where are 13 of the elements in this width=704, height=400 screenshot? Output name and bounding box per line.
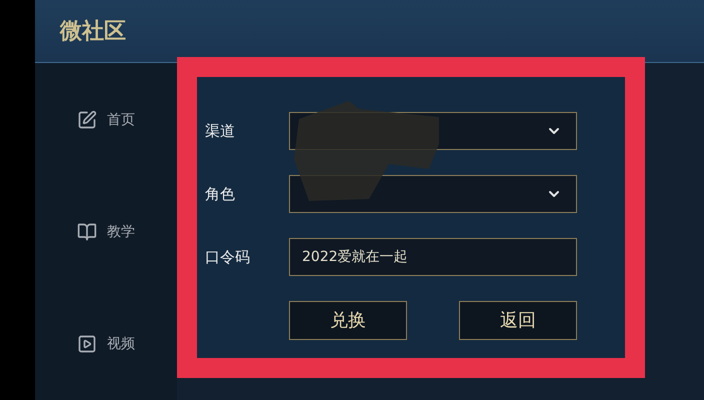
sidebar-item[interactable]: 首页 [77, 110, 177, 130]
action-button[interactable]: 兑换 [289, 301, 407, 340]
input-field[interactable]: 2022爱就在一起 [289, 238, 577, 276]
field-label: 渠道 [205, 120, 236, 142]
app-title: 微社区 [60, 18, 126, 46]
play-icon [77, 334, 97, 354]
book-icon [77, 222, 97, 242]
field-label: 口令码 [205, 246, 251, 268]
action-button[interactable]: 返回 [459, 301, 577, 340]
sidebar-item[interactable]: 教学 [77, 222, 177, 242]
sidebar-item[interactable]: 视频 [77, 334, 177, 354]
field-label: 角色 [205, 184, 236, 205]
pen-icon [77, 110, 97, 130]
